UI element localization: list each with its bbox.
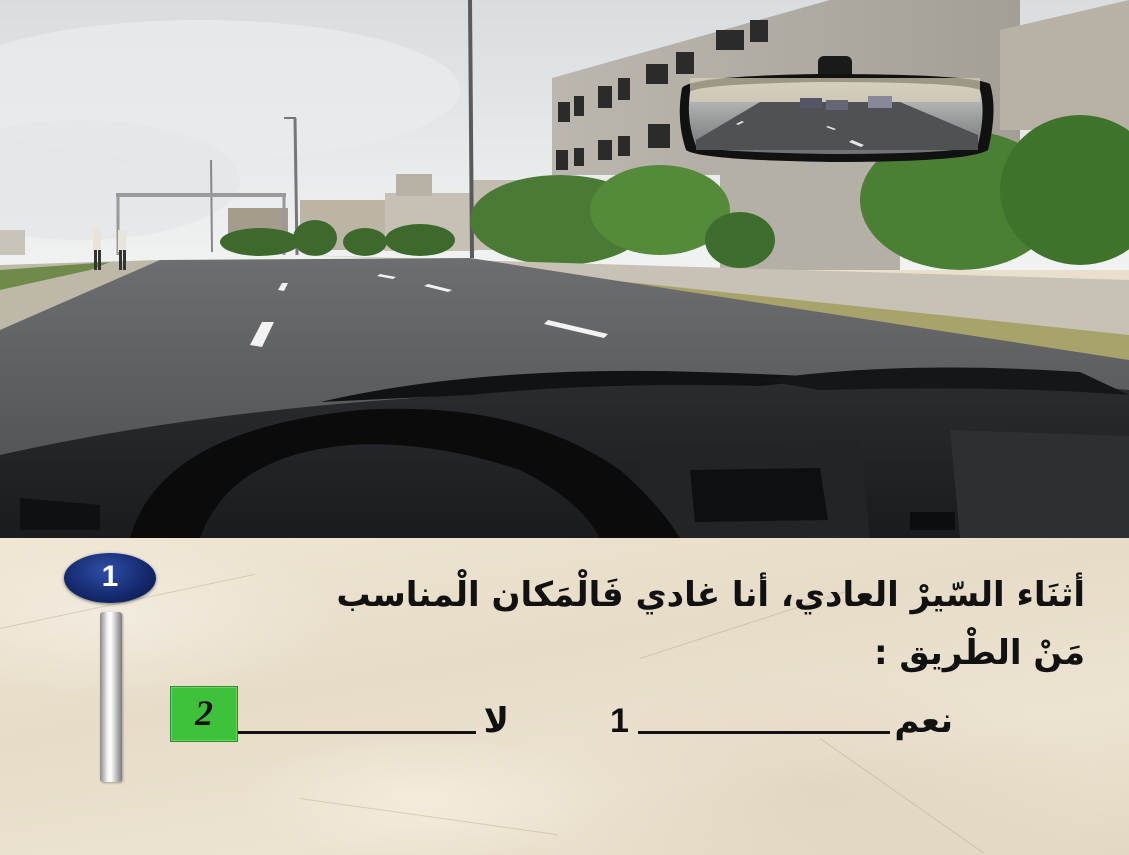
answer-yes-number: 1 [610,702,629,740]
answer-no-label: لا [483,701,509,741]
question-line-2: مَنْ الطْريق : [873,633,1085,673]
progress-pole [100,612,122,782]
marble-vein [299,798,558,836]
question-number: 1 [101,560,119,593]
answer-no-line [238,731,476,734]
question-text: أثنَاء السّيرْ العادي، أنا غادي فَالْمَك… [185,566,1085,682]
marble-vein [819,738,985,854]
question-line-1: أثنَاء السّيرْ العادي، أنا غادي فَالْمَك… [336,575,1085,615]
selected-answer-box[interactable]: 2 [170,686,238,742]
question-number-badge: 1 [64,553,156,603]
answer-yes-label: نعم [894,701,953,741]
driving-scene-photo [0,0,1129,538]
answer-no-number: 2 [195,693,213,733]
answer-yes-line [638,731,890,734]
question-panel: 1 أثنَاء السّيرْ العادي، أنا غادي فَالْم… [0,538,1129,855]
